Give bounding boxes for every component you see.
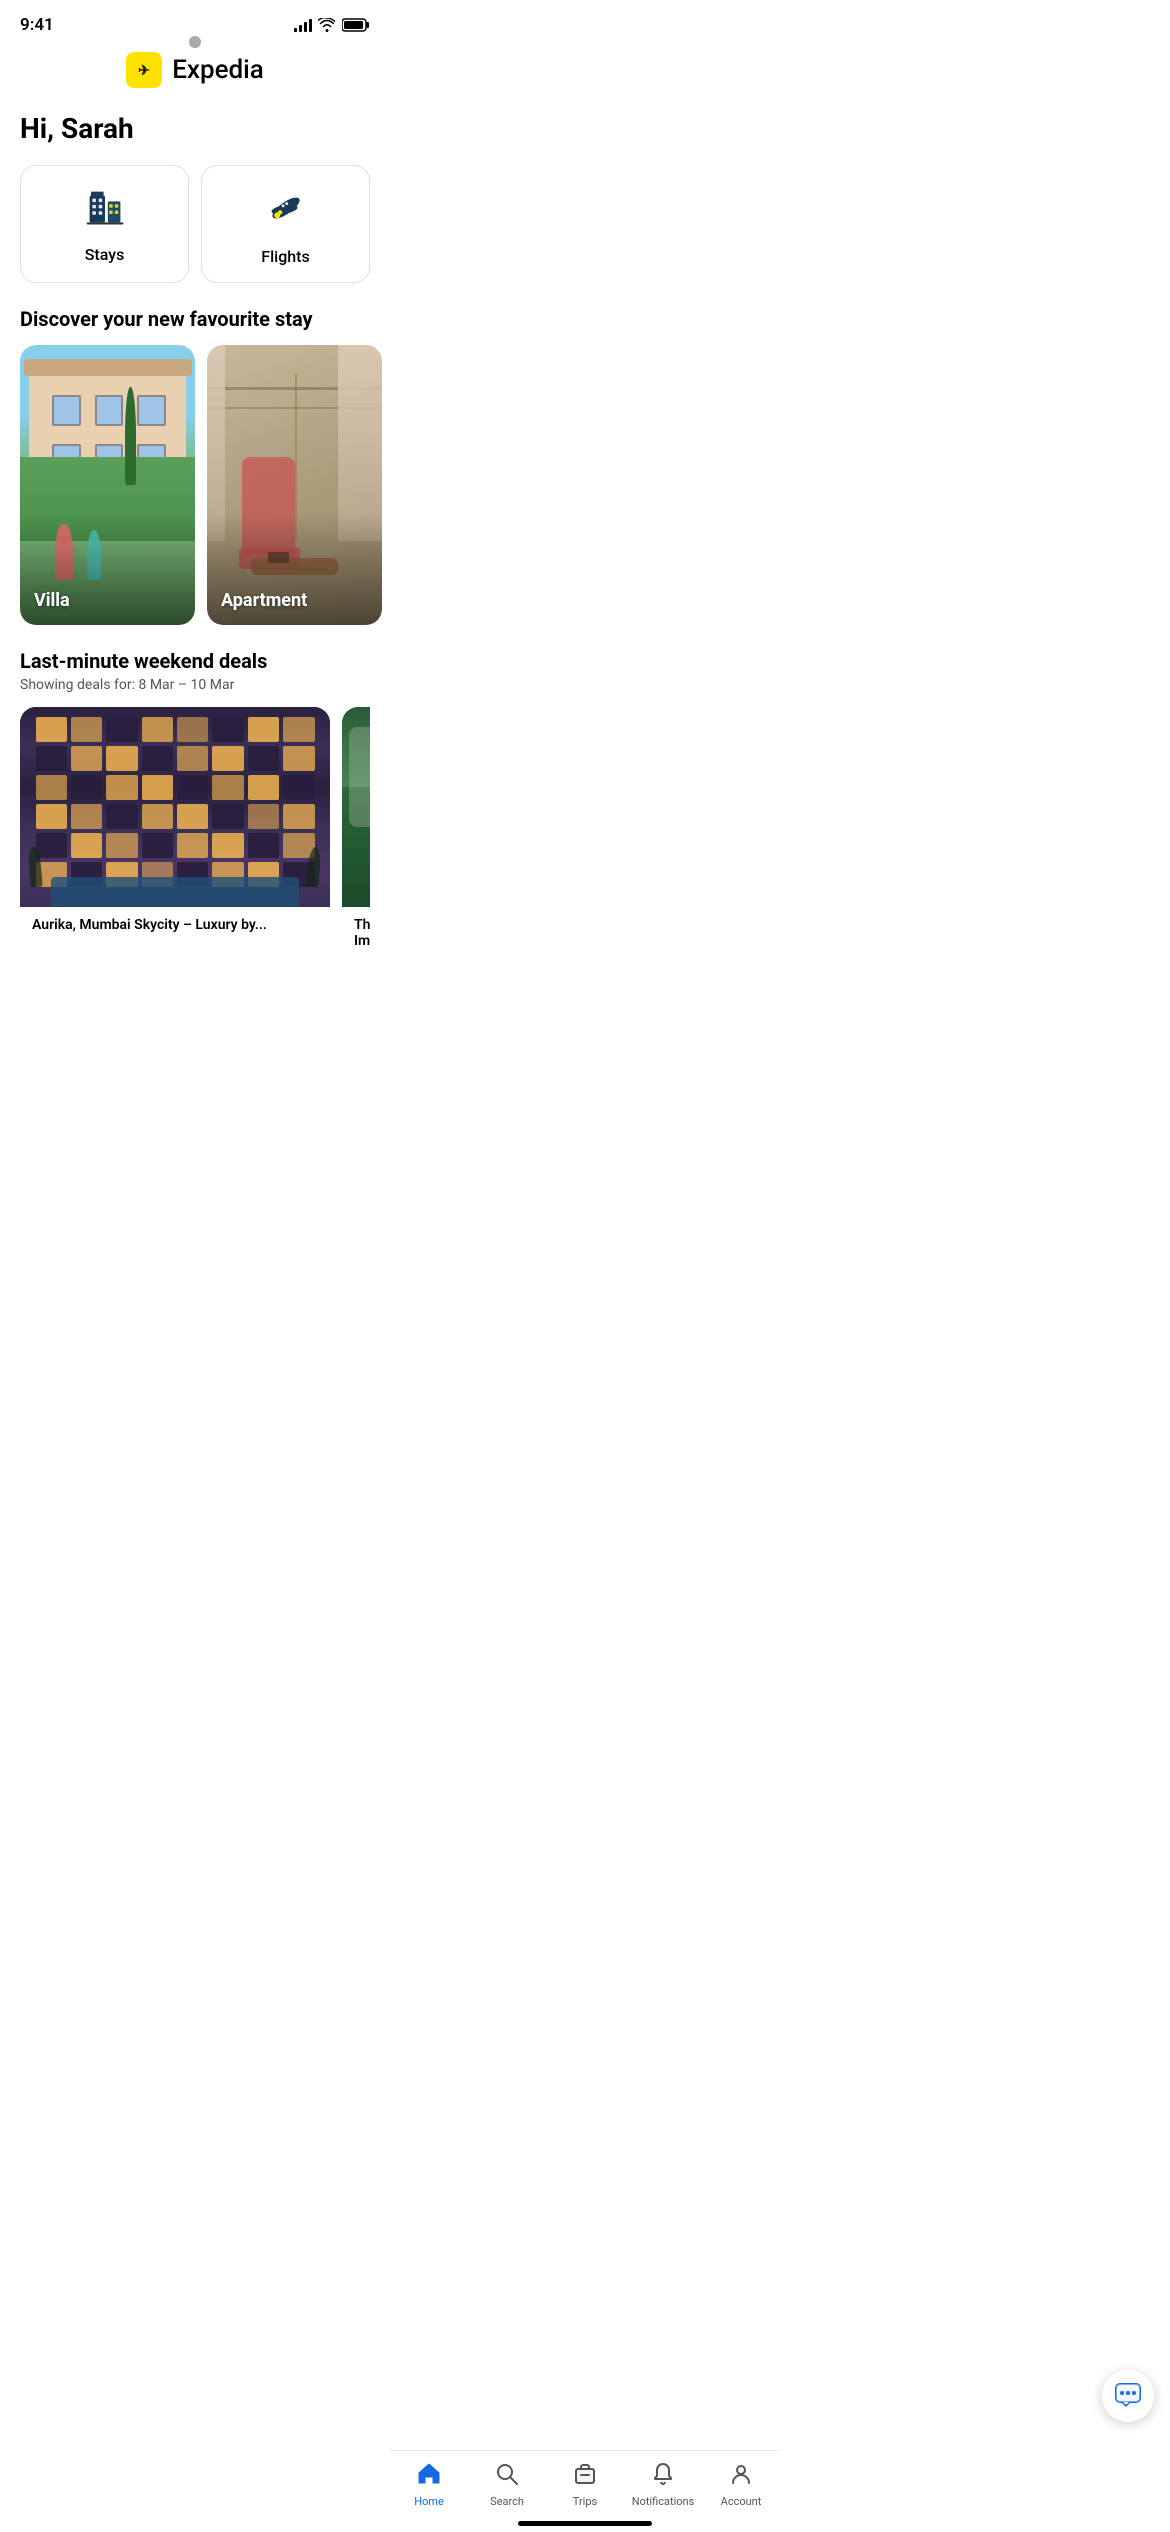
nav-home[interactable]: Home — [397, 2461, 461, 2508]
search-nav-label: Search — [490, 2495, 524, 2508]
greeting-text: Hi, Sarah — [20, 112, 370, 145]
theimr-hotel-image — [342, 707, 370, 907]
chat-icon — [1114, 2382, 1142, 2410]
villa-label: Villa — [34, 590, 70, 611]
stay-types-scroll[interactable]: Villa — [0, 345, 390, 649]
discover-section-header: Discover your new favourite stay — [0, 307, 390, 345]
logo-container: ✈ Expedia — [126, 52, 264, 88]
svg-text:✈: ✈ — [138, 63, 150, 79]
home-nav-label: Home — [414, 2495, 444, 2508]
stays-label: Stays — [85, 245, 125, 264]
app-header: ✈ Expedia — [0, 44, 390, 104]
battery-icon — [342, 18, 370, 32]
nav-notifications[interactable]: Notifications — [631, 2461, 695, 2508]
notifications-icon — [650, 2461, 676, 2491]
discover-title: Discover your new favourite stay — [20, 307, 370, 331]
apartment-card[interactable]: Apartment — [207, 345, 382, 625]
deals-section: Last-minute weekend deals Showing deals … — [0, 649, 390, 979]
camera-dot — [189, 36, 201, 48]
expedia-logo-icon: ✈ — [126, 52, 162, 88]
status-icons — [294, 18, 370, 32]
search-icon — [494, 2461, 520, 2491]
wifi-icon — [318, 18, 336, 32]
flights-icon — [264, 186, 308, 237]
stays-icon — [84, 186, 126, 235]
deals-title: Last-minute weekend deals — [20, 649, 370, 673]
chat-support-button[interactable] — [1102, 2370, 1154, 2422]
aurika-hotel-image — [20, 707, 330, 907]
nav-account[interactable]: Account — [709, 2461, 773, 2508]
bottom-nav: Home Search Trips — [390, 2450, 780, 2532]
home-icon — [416, 2461, 442, 2491]
account-nav-label: Account — [721, 2495, 762, 2508]
greeting-section: Hi, Sarah — [0, 104, 390, 165]
status-time: 9:41 — [20, 15, 54, 35]
deals-scroll[interactable]: Aurika, Mumbai Skycity – Luxury by... Th… — [20, 707, 370, 959]
theimr-deal-name: The Imr... — [342, 907, 370, 959]
hotel-window-grid — [36, 717, 315, 887]
notifications-nav-label: Notifications — [632, 2495, 695, 2508]
flights-label: Flights — [261, 247, 310, 266]
app-title: Expedia — [172, 55, 264, 85]
nav-search[interactable]: Search — [475, 2461, 539, 2508]
account-icon — [728, 2461, 754, 2491]
aurika-deal-card[interactable]: Aurika, Mumbai Skycity – Luxury by... — [20, 707, 330, 959]
theimr-deal-card[interactable]: The Imr... — [342, 707, 370, 959]
deals-subtitle: Showing deals for: 8 Mar – 10 Mar — [20, 677, 370, 693]
aurika-deal-name: Aurika, Mumbai Skycity – Luxury by... — [20, 907, 330, 943]
apartment-label: Apartment — [221, 590, 307, 611]
flights-card[interactable]: Flights — [201, 165, 370, 283]
stays-card[interactable]: Stays — [20, 165, 189, 283]
trips-icon — [572, 2461, 598, 2491]
trips-nav-label: Trips — [573, 2495, 597, 2508]
villa-card[interactable]: Villa — [20, 345, 195, 625]
service-grid: Stays Flights — [0, 165, 390, 307]
signal-icon — [294, 18, 312, 32]
nav-trips[interactable]: Trips — [553, 2461, 617, 2508]
home-indicator — [518, 2521, 652, 2526]
